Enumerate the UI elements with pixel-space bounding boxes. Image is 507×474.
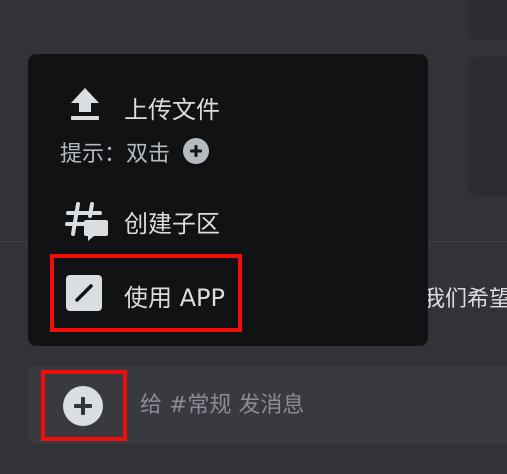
menu-item-use-app[interactable]: 使用 APP xyxy=(28,265,428,325)
background-card xyxy=(468,57,507,197)
app-icon xyxy=(66,275,102,311)
plus-circle-icon xyxy=(183,138,210,164)
hint-text: 提示：双击 xyxy=(60,142,171,167)
thread-icon xyxy=(65,202,108,241)
menu-item-create-thread[interactable]: 创建子区 xyxy=(28,196,428,256)
background-message-text: 我们希望 xyxy=(423,287,507,312)
menu-item-label: 使用 APP xyxy=(124,284,225,312)
menu-item-label: 创建子区 xyxy=(124,210,220,238)
message-input[interactable]: 给 #常规 发消息 xyxy=(140,387,304,419)
upload-popup-menu: 上传文件 提示：双击 创建子区 使用 APP xyxy=(28,54,428,346)
plus-icon xyxy=(74,397,92,415)
upload-icon xyxy=(71,88,99,120)
background-card xyxy=(468,0,507,40)
menu-item-upload-file[interactable]: 上传文件 提示：双击 xyxy=(28,82,428,202)
attach-button[interactable] xyxy=(63,386,103,426)
upload-hint: 提示：双击 xyxy=(60,136,210,168)
menu-item-label: 上传文件 xyxy=(124,96,220,124)
